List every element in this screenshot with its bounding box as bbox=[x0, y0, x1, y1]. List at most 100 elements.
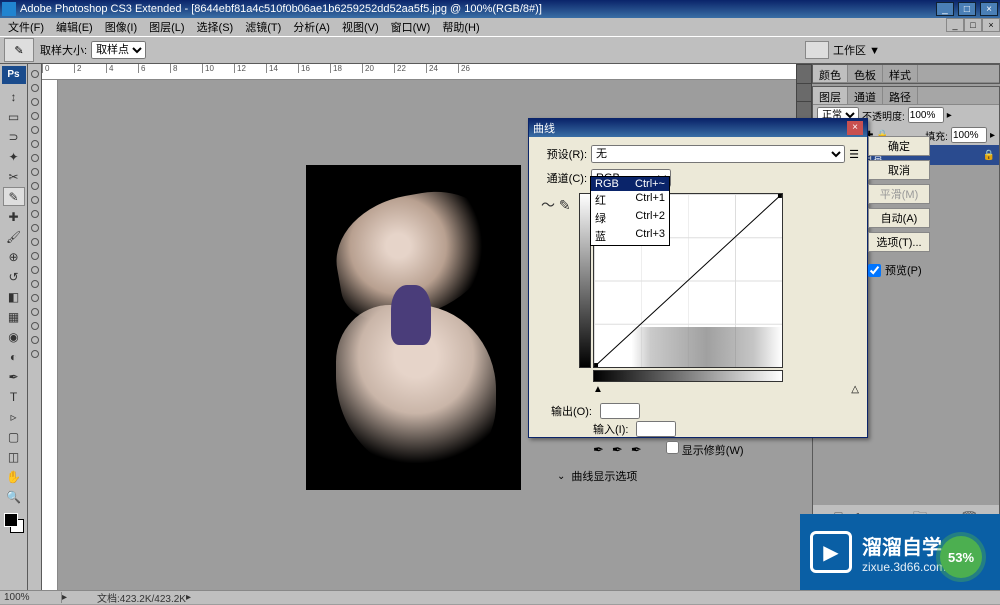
lasso-tool[interactable]: ⊃ bbox=[3, 127, 25, 146]
channel-option-blue[interactable]: 蓝Ctrl+3 bbox=[591, 227, 669, 245]
menu-window[interactable]: 窗口(W) bbox=[387, 19, 435, 35]
doc-restore[interactable]: □ bbox=[964, 18, 982, 32]
move-tool[interactable]: ↕ bbox=[3, 87, 25, 106]
menu-image[interactable]: 图像(I) bbox=[101, 19, 141, 35]
expand-icon[interactable]: ⌄ bbox=[557, 471, 565, 482]
zoom-level[interactable]: 100% bbox=[4, 592, 62, 603]
white-point-eyedropper[interactable]: ✒ bbox=[631, 442, 642, 458]
pen-tool[interactable]: ✒ bbox=[3, 367, 25, 386]
tab-channels[interactable]: 通道 bbox=[848, 87, 883, 104]
blur-tool[interactable]: ◉ bbox=[3, 327, 25, 346]
eyedropper-tool[interactable]: ✎ bbox=[3, 187, 25, 206]
opacity-arrow-icon[interactable]: ▸ bbox=[947, 110, 952, 121]
gray-point-eyedropper[interactable]: ✒ bbox=[612, 442, 623, 458]
auto-button[interactable]: 自动(A) bbox=[868, 208, 930, 228]
menu-bar[interactable]: 文件(F) 编辑(E) 图像(I) 图层(L) 选择(S) 滤镜(T) 分析(A… bbox=[0, 18, 1000, 36]
notes-tool[interactable]: ◫ bbox=[3, 447, 25, 466]
healing-tool[interactable]: ✚ bbox=[3, 207, 25, 226]
preview-checkbox[interactable]: 预览(P) bbox=[868, 262, 930, 278]
black-point-eyedropper[interactable]: ✒ bbox=[593, 442, 604, 458]
dialog-title: 曲线 bbox=[533, 120, 555, 136]
shape-tool[interactable]: ▢ bbox=[3, 427, 25, 446]
menu-filter[interactable]: 滤镜(T) bbox=[241, 19, 285, 35]
options-button[interactable]: 选项(T)... bbox=[868, 232, 930, 252]
ok-button[interactable]: 确定 bbox=[868, 136, 930, 156]
preset-menu-icon[interactable]: ☰ bbox=[849, 148, 859, 161]
close-button[interactable]: × bbox=[980, 2, 998, 16]
status-bar: 100% ▸ 文档:423.2K/423.2K ▸ bbox=[0, 590, 1000, 604]
document-info: 文档:423.2K/423.2K bbox=[97, 590, 186, 605]
current-tool-icon[interactable]: ✎ bbox=[4, 38, 34, 62]
tab-layers[interactable]: 图层 bbox=[813, 87, 848, 104]
channel-option-green[interactable]: 绿Ctrl+2 bbox=[591, 209, 669, 227]
menu-layer[interactable]: 图层(L) bbox=[145, 19, 188, 35]
document-image[interactable] bbox=[306, 165, 521, 490]
crop-tool[interactable]: ✂ bbox=[3, 167, 25, 186]
tab-swatches[interactable]: 色板 bbox=[848, 65, 883, 82]
zoom-tool[interactable]: 🔍 bbox=[3, 487, 25, 506]
cancel-button[interactable]: 取消 bbox=[868, 160, 930, 180]
channel-option-rgb[interactable]: RGBCtrl+~ bbox=[591, 177, 669, 191]
ps-logo[interactable]: Ps bbox=[2, 66, 26, 84]
color-swatches[interactable] bbox=[2, 511, 26, 535]
menu-file[interactable]: 文件(F) bbox=[4, 19, 48, 35]
path-tool[interactable]: ▹ bbox=[3, 407, 25, 426]
eraser-tool[interactable]: ◧ bbox=[3, 287, 25, 306]
menu-select[interactable]: 选择(S) bbox=[193, 19, 238, 35]
wand-tool[interactable]: ✦ bbox=[3, 147, 25, 166]
input-input[interactable] bbox=[636, 421, 676, 437]
channel-option-red[interactable]: 红Ctrl+1 bbox=[591, 191, 669, 209]
workspace-switcher[interactable]: 工作区 ▼ bbox=[805, 41, 880, 59]
app-icon bbox=[2, 2, 16, 16]
docinfo-arrow-icon[interactable]: ▸ bbox=[186, 592, 191, 603]
tab-color[interactable]: 颜色 bbox=[813, 65, 848, 82]
menu-view[interactable]: 视图(V) bbox=[338, 19, 383, 35]
dialog-buttons: 确定 取消 平滑(M) 自动(A) 选项(T)... 预览(P) bbox=[868, 136, 930, 278]
sample-size-select[interactable]: 取样点 bbox=[91, 41, 146, 59]
dialog-close-button[interactable]: × bbox=[847, 121, 863, 135]
output-label: 输出(O): bbox=[551, 403, 592, 419]
curve-mode-icons[interactable]: 〜 ✎ bbox=[541, 195, 571, 215]
vertical-ruler bbox=[42, 80, 58, 590]
menu-help[interactable]: 帮助(H) bbox=[438, 19, 483, 35]
status-arrow-icon[interactable]: ▸ bbox=[62, 592, 67, 603]
channel-dropdown[interactable]: RGBCtrl+~ 红Ctrl+1 绿Ctrl+2 蓝Ctrl+3 bbox=[590, 176, 670, 246]
channel-label: 通道(C): bbox=[537, 170, 587, 186]
workspace-label: 工作区 ▼ bbox=[833, 42, 880, 58]
tab-paths[interactable]: 路径 bbox=[883, 87, 918, 104]
fill-arrow-icon[interactable]: ▸ bbox=[990, 130, 995, 141]
watermark-url: zixue.3d66.com bbox=[862, 560, 946, 574]
slider-white-icon[interactable]: △ bbox=[851, 384, 859, 395]
preset-label: 预设(R): bbox=[537, 146, 587, 162]
dodge-tool[interactable]: ◐ bbox=[3, 347, 25, 366]
minimize-button[interactable]: _ bbox=[936, 2, 954, 16]
watermark-brand: 溜溜自学 bbox=[862, 531, 946, 560]
panel-dock[interactable] bbox=[796, 64, 812, 122]
slider-black-icon[interactable]: ▲ bbox=[593, 384, 603, 395]
marquee-tool[interactable]: ▭ bbox=[3, 107, 25, 126]
menu-edit[interactable]: 编辑(E) bbox=[52, 19, 97, 35]
toolbox: Ps ↕ ▭ ⊃ ✦ ✂ ✎ ✚ 🖌 ⊕ ↺ ◧ ▦ ◉ ◐ ✒ T ▹ ▢ ◫… bbox=[0, 64, 28, 604]
history-brush-tool[interactable]: ↺ bbox=[3, 267, 25, 286]
window-title: Adobe Photoshop CS3 Extended - [8644ebf8… bbox=[20, 3, 935, 15]
options-bar: ✎ 取样大小: 取样点 工作区 ▼ bbox=[0, 36, 1000, 64]
maximize-button[interactable]: □ bbox=[958, 2, 976, 16]
tab-styles[interactable]: 样式 bbox=[883, 65, 918, 82]
output-input[interactable] bbox=[600, 403, 640, 419]
menu-analysis[interactable]: 分析(A) bbox=[289, 19, 334, 35]
doc-close[interactable]: × bbox=[982, 18, 1000, 32]
fill-input[interactable] bbox=[951, 127, 987, 143]
hand-tool[interactable]: ✋ bbox=[3, 467, 25, 486]
dialog-titlebar[interactable]: 曲线 × bbox=[529, 119, 867, 137]
type-tool[interactable]: T bbox=[3, 387, 25, 406]
curve-display-options[interactable]: 曲线显示选项 bbox=[571, 468, 637, 484]
preset-select[interactable]: 无 bbox=[591, 145, 845, 163]
doc-minimize[interactable]: _ bbox=[946, 18, 964, 32]
opacity-input[interactable] bbox=[908, 107, 944, 123]
input-gradient bbox=[593, 370, 783, 382]
brush-tool[interactable]: 🖌 bbox=[3, 227, 25, 246]
play-icon: ▶ bbox=[810, 531, 852, 573]
gradient-tool[interactable]: ▦ bbox=[3, 307, 25, 326]
stamp-tool[interactable]: ⊕ bbox=[3, 247, 25, 266]
show-clipping-checkbox[interactable]: 显示修剪(W) bbox=[666, 441, 744, 458]
